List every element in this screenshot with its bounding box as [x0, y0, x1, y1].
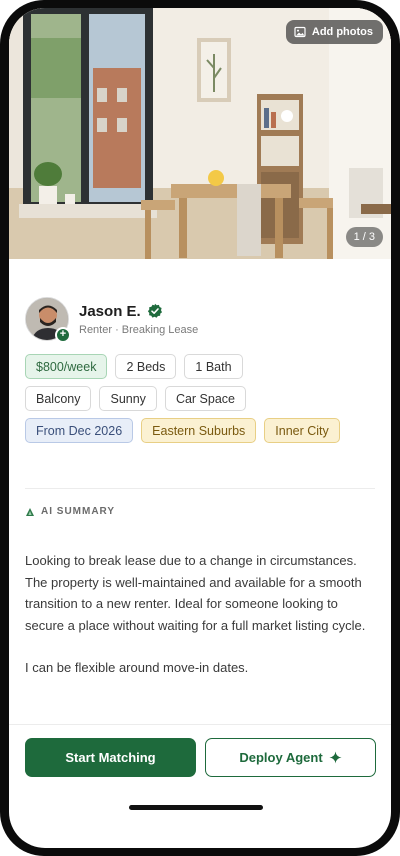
device-frame: Add photos 1 / 3 + Jason E. Renter · Bre… — [0, 0, 400, 856]
summary-paragraph: I can be flexible around move-in dates. — [25, 660, 249, 675]
deploy-agent-button[interactable]: Deploy Agent — [205, 738, 376, 777]
action-bar: Start Matching Deploy Agent — [25, 738, 376, 777]
tag-beds: 2 Beds — [115, 354, 177, 379]
sparkle-icon — [329, 751, 342, 764]
section-divider — [25, 488, 375, 489]
photo-counter-text: 1 / 3 — [353, 231, 375, 243]
owner-profile[interactable]: + Jason E. Renter · Breaking Lease — [25, 297, 198, 343]
room-photo-illustration — [9, 8, 391, 259]
tag-car-space: Car Space — [164, 386, 246, 411]
ai-summary-heading: AI SUMMARY — [25, 506, 115, 517]
start-matching-button[interactable]: Start Matching — [25, 738, 196, 777]
owner-role: Renter · Breaking Lease — [79, 323, 199, 336]
screen: Add photos 1 / 3 + Jason E. Renter · Bre… — [9, 8, 391, 848]
tag-baths: 1 Bath — [184, 354, 243, 379]
ai-summary-label: AI SUMMARY — [41, 506, 116, 517]
add-photos-label: Add photos — [311, 26, 373, 38]
deploy-agent-label: Deploy Agent — [239, 750, 323, 765]
plus-icon[interactable]: + — [55, 327, 71, 343]
profile-text: Jason E. Renter · Breaking Lease — [79, 303, 198, 336]
tag-sunny: Sunny — [99, 386, 157, 411]
avatar-wrapper: + — [25, 297, 71, 343]
tag-row: $800/week 2 Beds 1 Bath — [25, 354, 375, 379]
add-photos-button[interactable]: Add photos — [285, 20, 383, 44]
photo-counter: 1 / 3 — [345, 227, 383, 247]
tag-eastern-suburbs: Eastern Suburbs — [141, 418, 257, 443]
action-divider — [9, 724, 391, 725]
tag-price: $800/week — [25, 354, 108, 379]
owner-name: Jason E. — [79, 302, 141, 320]
verified-badge-icon — [147, 303, 162, 318]
sparkle-triangle-icon — [26, 507, 34, 516]
home-indicator — [129, 805, 263, 810]
tag-row: From Dec 2026 Eastern Suburbs Inner City — [25, 418, 375, 443]
name-row: Jason E. — [79, 303, 198, 320]
start-matching-label: Start Matching — [65, 750, 156, 765]
listing-tags: $800/week 2 Beds 1 Bath Balcony Sunny Ca… — [25, 354, 375, 450]
tag-inner-city: Inner City — [264, 418, 340, 443]
tag-balcony: Balcony — [25, 386, 92, 411]
image-icon — [294, 26, 306, 38]
tag-row: Balcony Sunny Car Space — [25, 386, 375, 411]
summary-paragraph: Looking to break lease due to a change i… — [25, 553, 366, 633]
listing-photo[interactable]: Add photos 1 / 3 — [9, 8, 391, 259]
tag-available-from: From Dec 2026 — [25, 418, 134, 443]
ai-summary-text: Looking to break lease due to a change i… — [25, 550, 377, 679]
